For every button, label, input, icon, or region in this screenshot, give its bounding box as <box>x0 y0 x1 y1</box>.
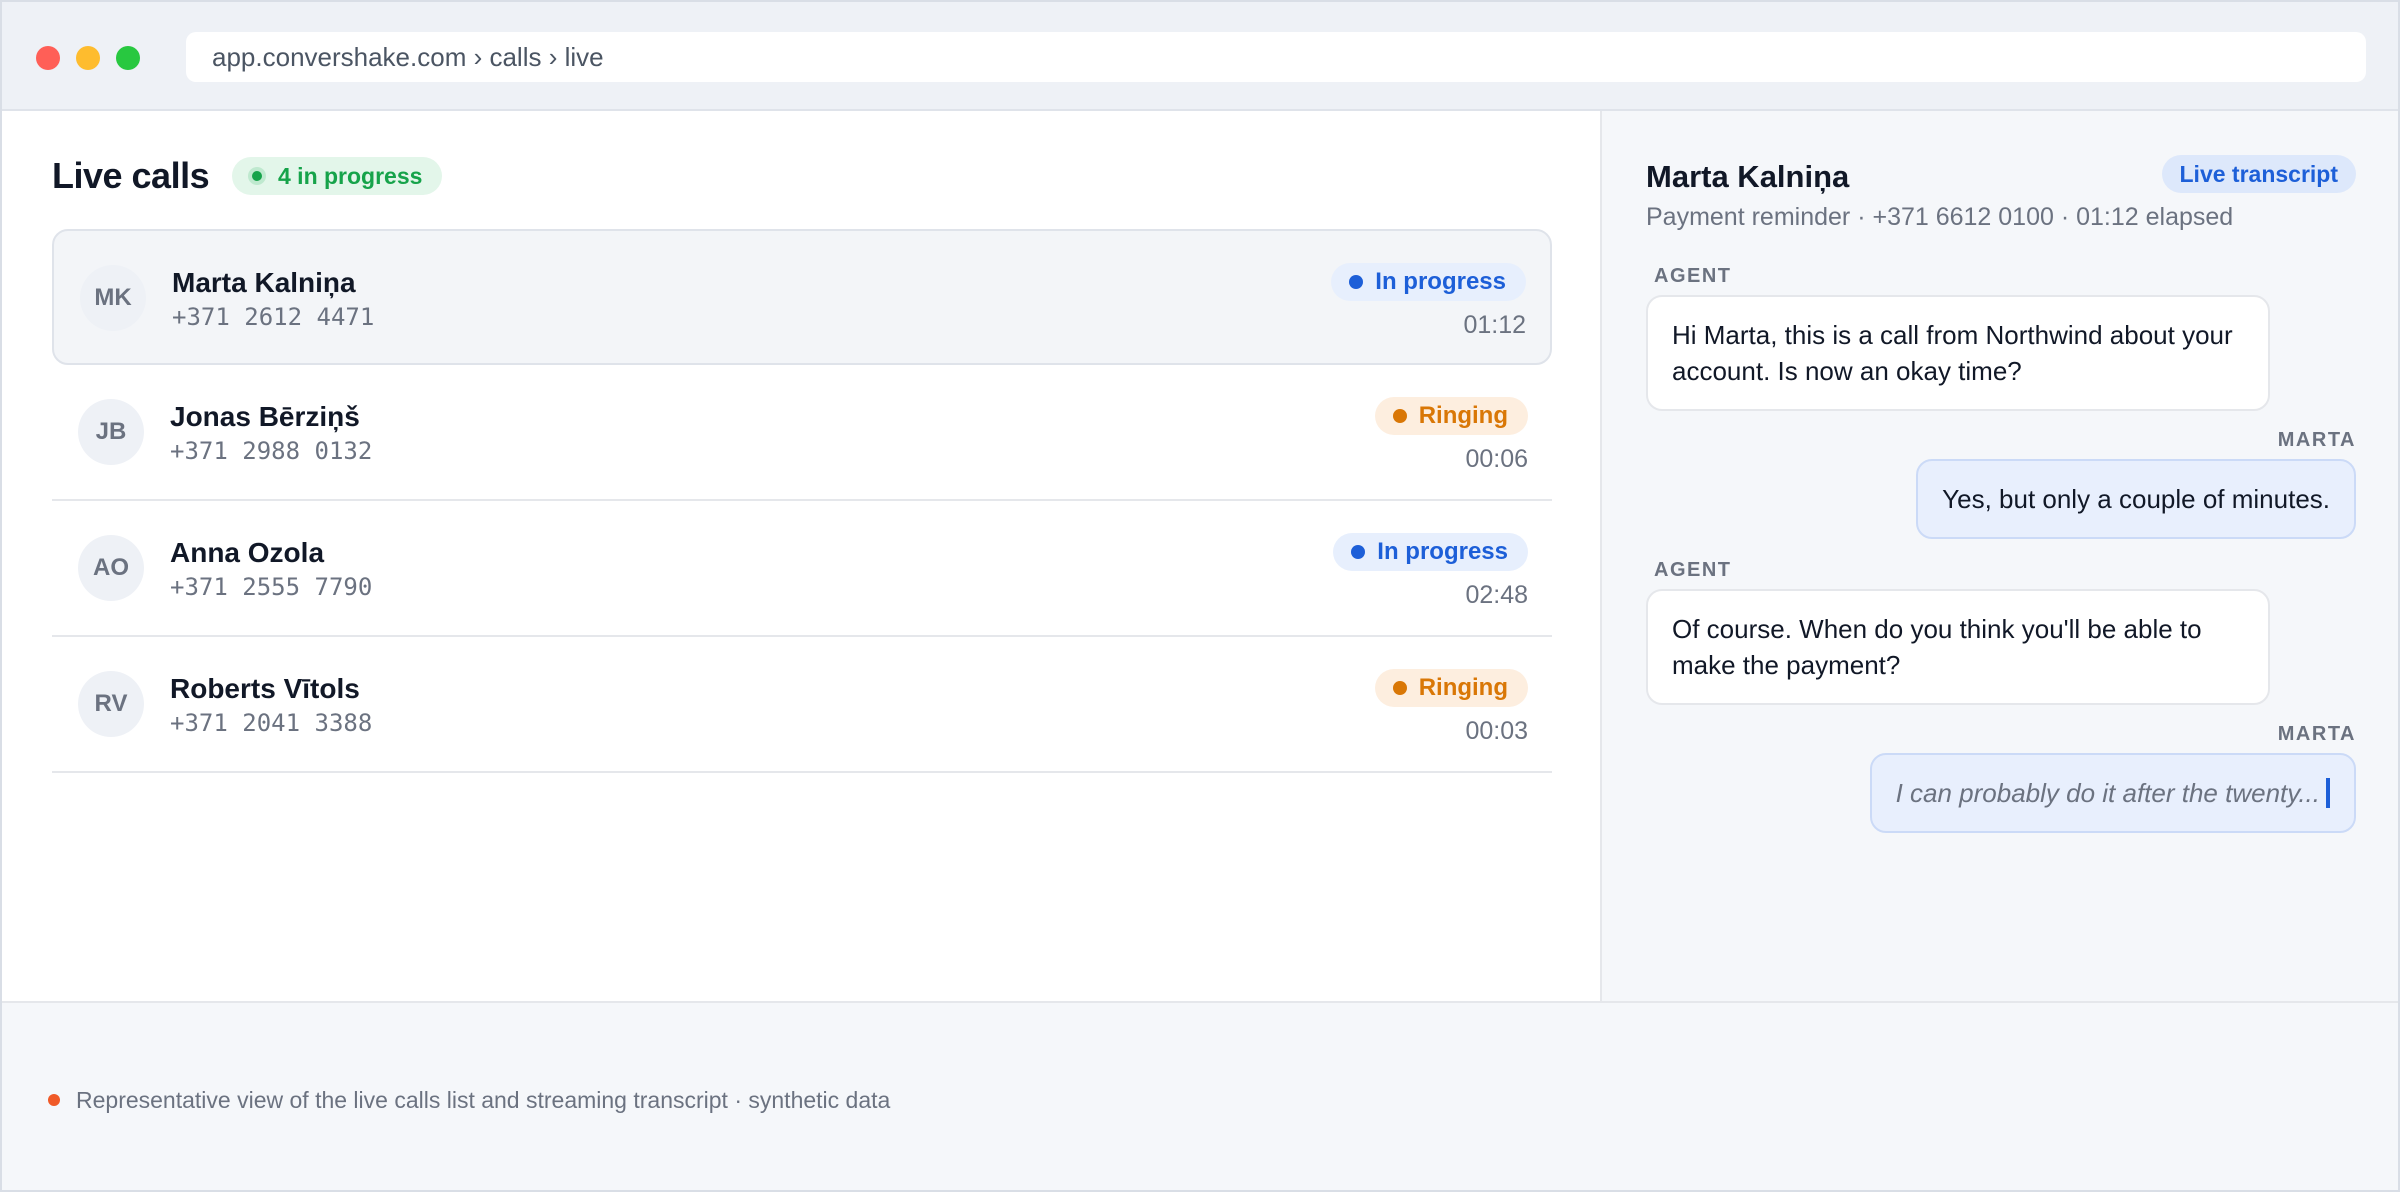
status-dot-icon <box>1392 681 1407 695</box>
live-calls-pane: Live calls 4 in progress MK Marta Kalniņ… <box>2 111 1600 1001</box>
avatar: JB <box>78 399 144 465</box>
calls-list: MK Marta Kalniņa +371 2612 4471 In progr… <box>52 229 1552 773</box>
caller-phone: +371 2041 3388 <box>170 709 373 737</box>
close-window-button[interactable] <box>36 46 60 70</box>
status-dot-icon <box>1349 275 1364 289</box>
minimize-window-button[interactable] <box>76 46 100 70</box>
transcript-call-meta: Payment reminder · +371 6612 0100 · 01:1… <box>1646 203 2234 231</box>
streaming-caller-message: I can probably do it after the twenty... <box>1869 753 2356 833</box>
call-duration: 01:12 <box>1463 311 1526 339</box>
call-status-badge: In progress <box>1333 533 1528 571</box>
live-dot-icon <box>248 167 266 185</box>
call-status-label: In progress <box>1377 538 1508 565</box>
call-row[interactable]: JB Jonas Bērziņš +371 2988 0132 Ringing … <box>52 365 1552 501</box>
caller-phone: +371 2988 0132 <box>170 437 373 465</box>
app-window: app.convershake.com › calls › live Live … <box>0 0 2400 1192</box>
browser-titlebar: app.convershake.com › calls › live <box>2 2 2398 111</box>
transcript-caller-name: Marta Kalniņa <box>1646 159 1850 194</box>
transcript-pane: Marta Kalniņa Payment reminder · +371 66… <box>1602 111 2398 1001</box>
caller-name: Anna Ozola <box>170 537 325 568</box>
live-transcript-badge: Live transcript <box>2161 155 2356 193</box>
agent-message: Hi Marta, this is a call from Northwind … <box>1646 295 2270 411</box>
call-duration: 00:06 <box>1465 445 1528 473</box>
call-row[interactable]: RV Roberts Vītols +371 2041 3388 Ringing… <box>52 637 1552 773</box>
speaker-label: AGENT <box>1654 559 1732 581</box>
footer-dot-icon <box>48 1094 60 1106</box>
call-row[interactable]: AO Anna Ozola +371 2555 7790 In progress… <box>52 501 1552 637</box>
avatar: MK <box>80 265 146 331</box>
in-progress-count-badge: 4 in progress <box>232 157 443 195</box>
call-status-label: Ringing <box>1418 674 1508 701</box>
caller-message: Yes, but only a couple of minutes. <box>1916 459 2356 539</box>
page-title: Live calls <box>52 155 210 196</box>
footer-note: Representative view of the live calls li… <box>2 1001 2398 1190</box>
avatar: RV <box>78 671 144 737</box>
agent-message: Of course. When do you think you'll be a… <box>1646 589 2270 705</box>
call-duration: 00:03 <box>1465 717 1528 745</box>
caller-name: Jonas Bērziņš <box>170 401 360 432</box>
call-status-badge: In progress <box>1331 263 1526 301</box>
call-status-badge: Ringing <box>1374 397 1528 435</box>
footer-text: Representative view of the live calls li… <box>76 1087 891 1113</box>
typing-cursor-icon <box>2326 778 2330 808</box>
call-status-label: In progress <box>1375 268 1506 295</box>
streaming-message-text: I can probably do it after the twenty... <box>1895 778 2320 808</box>
call-status-badge: Ringing <box>1374 669 1528 707</box>
avatar: AO <box>78 535 144 601</box>
speaker-label: AGENT <box>1654 265 1732 287</box>
maximize-window-button[interactable] <box>116 46 140 70</box>
call-duration: 02:48 <box>1465 581 1528 609</box>
caller-phone: +371 2612 4471 <box>172 303 375 331</box>
in-progress-count-label: 4 in progress <box>278 163 423 189</box>
caller-phone: +371 2555 7790 <box>170 573 373 601</box>
status-dot-icon <box>1392 409 1407 423</box>
status-dot-icon <box>1351 545 1366 559</box>
call-status-label: Ringing <box>1418 402 1508 429</box>
call-row[interactable]: MK Marta Kalniņa +371 2612 4471 In progr… <box>52 229 1552 365</box>
caller-name: Marta Kalniņa <box>172 267 356 298</box>
speaker-label: MARTA <box>2277 429 2356 451</box>
speaker-label: MARTA <box>2277 723 2356 745</box>
caller-name: Roberts Vītols <box>170 673 360 704</box>
address-bar[interactable]: app.convershake.com › calls › live <box>186 32 2366 82</box>
